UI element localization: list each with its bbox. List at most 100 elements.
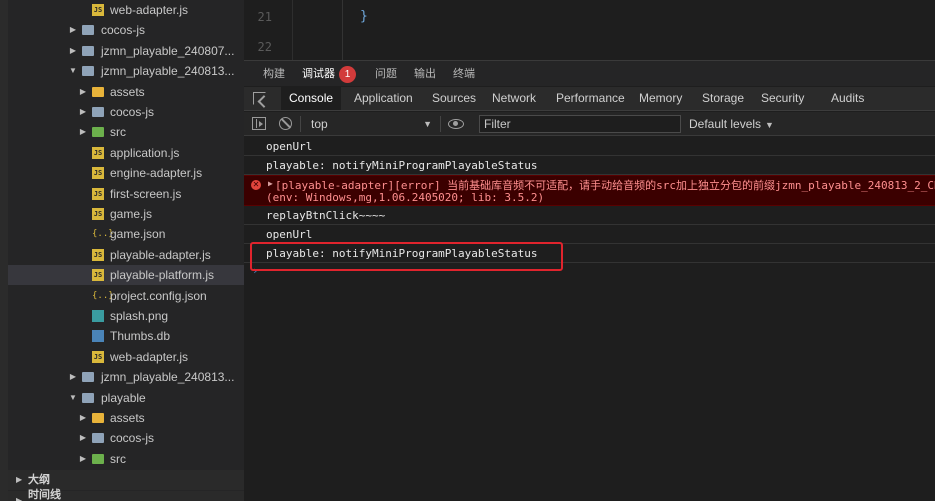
live-expression-eye-icon[interactable] (448, 119, 464, 129)
tab-application[interactable]: Application (354, 87, 413, 110)
tree-folder-item[interactable]: ▼ jzmn_playable_240813... (8, 61, 244, 81)
assets-folder-icon (92, 86, 104, 97)
tree-item-label: cocos-js (110, 105, 155, 119)
console-message[interactable]: playable: notifyMiniProgramPlayableStatu… (244, 156, 935, 175)
image-file-icon (92, 310, 104, 322)
tab-output[interactable]: 输出 (414, 61, 436, 87)
tree-file-item[interactable]: JS game.js (8, 204, 244, 224)
chevron-right-icon[interactable]: ▶ (16, 470, 22, 490)
folder-icon (82, 372, 94, 383)
tab-storage[interactable]: Storage (702, 87, 744, 110)
tree-file-item[interactable]: JS playable-adapter.js (8, 245, 244, 265)
tree-folder-item[interactable]: ▼ playable (8, 388, 244, 408)
timeline-section[interactable]: ▶ 时间线 (8, 489, 244, 501)
js-file-icon: JS (92, 167, 104, 180)
show-sidebar-icon[interactable] (252, 117, 266, 130)
assets-folder-icon (92, 413, 104, 423)
js-file-icon: JS (92, 269, 104, 282)
tree-folder-item[interactable]: ▶ cocos-js (8, 428, 244, 448)
levels-select[interactable]: Default levels ▼ (689, 114, 774, 134)
src-folder-icon (92, 453, 104, 464)
timeline-label: 时间线 (28, 489, 61, 501)
tab-audits[interactable]: Audits (831, 87, 864, 110)
code-editor[interactable]: 21 } 22 (244, 0, 935, 60)
tree-item-label: splash.png (110, 309, 169, 323)
chevron-right-icon[interactable]: ▶ (78, 408, 88, 428)
tree-item-label: assets (110, 84, 145, 99)
js-file-icon: JS (92, 350, 104, 363)
tree-file-item[interactable]: {..} project.config.json (8, 286, 244, 306)
tree-item-label: cocos-js (110, 431, 155, 446)
tree-folder-item[interactable]: ▶ assets (8, 82, 244, 102)
chevron-right-icon[interactable]: ▶ (78, 122, 88, 142)
levels-value: Default levels (689, 117, 762, 131)
inspect-element-icon[interactable] (253, 92, 266, 105)
message-text: openUrl (266, 140, 313, 153)
chevron-right-icon[interactable]: ▶ (68, 367, 78, 387)
chevron-down-icon[interactable]: ▼ (68, 61, 78, 81)
console-message[interactable]: openUrl (244, 137, 935, 156)
tree-file-item[interactable]: JS application.js (8, 143, 244, 163)
tree-item-label: web-adapter.js (110, 3, 189, 17)
filter-input[interactable] (479, 115, 681, 133)
expand-arrow-icon[interactable]: ▶ (268, 179, 273, 188)
error-text-line2: (env: Windows,mg,1.06.2405020; lib: 3.5.… (266, 191, 545, 204)
tree-folder-item[interactable]: ▶ jzmn_playable_240807... (8, 41, 244, 61)
folder-icon (82, 45, 94, 56)
tree-folder-item[interactable]: ▶ jzmn_playable_240813... (8, 367, 244, 387)
src-folder-icon (92, 127, 104, 138)
tab-console[interactable]: Console (281, 87, 342, 110)
chevron-right-icon[interactable]: ▶ (68, 20, 78, 40)
tree-folder-item[interactable]: ▶ cocos-js (8, 102, 244, 122)
tree-item-label: jzmn_playable_240807... (101, 43, 235, 58)
chevron-right-icon[interactable]: ▶ (68, 41, 78, 61)
console-error-message[interactable]: ✕ ▶ [playable-adapter][error] 当前基础库音频不可适… (244, 175, 935, 206)
tab-network[interactable]: Network (492, 87, 536, 110)
js-file-icon: JS (92, 208, 104, 220)
tree-item-label: src (110, 125, 126, 140)
tree-item-label: project.config.json (110, 288, 207, 303)
tab-build[interactable]: 构建 (263, 61, 285, 87)
tree-file-item[interactable]: splash.png (8, 306, 244, 326)
tree-file-item[interactable]: JS web-adapter.js (8, 0, 244, 20)
chevron-right-icon[interactable]: ▶ (78, 449, 88, 469)
chevron-right-icon[interactable]: ▶ (78, 428, 88, 448)
tree-file-item[interactable]: Thumbs.db (8, 326, 244, 346)
tab-terminal[interactable]: 终端 (453, 61, 475, 87)
tree-item-label: jzmn_playable_240813... (101, 64, 235, 79)
chevron-down-icon[interactable]: ▼ (68, 388, 78, 408)
js-file-icon: JS (92, 187, 104, 200)
tree-file-item[interactable]: JS first-screen.js (8, 184, 244, 204)
context-select[interactable]: top ▼ (306, 114, 436, 134)
tree-file-item[interactable]: JS engine-adapter.js (8, 163, 244, 183)
tab-problems[interactable]: 问题 (375, 61, 397, 87)
chevron-right-icon[interactable]: ▶ (78, 102, 88, 122)
json-file-icon: {..} (92, 229, 114, 240)
chevron-right-icon[interactable]: ▶ (78, 82, 88, 102)
js-file-icon: JS (92, 4, 104, 16)
message-text: replayBtnClick~~~~ (266, 209, 386, 222)
tree-folder-item[interactable]: ▶ src (8, 449, 244, 469)
tab-sources[interactable]: Sources (432, 87, 476, 110)
tree-folder-item[interactable]: ▶ src (8, 122, 244, 142)
json-file-icon: {..} (92, 290, 114, 301)
chevron-right-icon[interactable]: ▶ (16, 491, 22, 501)
tab-debugger[interactable]: 调试器 (302, 61, 335, 87)
clear-console-icon[interactable] (279, 117, 292, 130)
tab-memory[interactable]: Memory (639, 87, 682, 110)
console-message[interactable]: replayBtnClick~~~~ (244, 206, 935, 225)
debugger-badge: 1 (339, 66, 356, 83)
tab-security[interactable]: Security (761, 87, 804, 110)
tree-file-item[interactable]: JS web-adapter.js (8, 347, 244, 367)
error-icon: ✕ (251, 180, 261, 190)
tree-item-label: playable (101, 390, 146, 405)
tree-file-item[interactable]: {..} game.json (8, 224, 244, 244)
tree-file-item[interactable]: JS playable-platform.js (8, 265, 244, 286)
tree-item-label: cocos-js (101, 23, 146, 38)
line-number: 22 (257, 40, 272, 54)
indent-guide (342, 0, 343, 60)
tab-performance[interactable]: Performance (556, 87, 625, 110)
tree-folder-item[interactable]: ▶ assets (8, 408, 244, 428)
tree-folder-item[interactable]: ▶ cocos-js (8, 20, 244, 40)
db-file-icon (92, 330, 104, 343)
